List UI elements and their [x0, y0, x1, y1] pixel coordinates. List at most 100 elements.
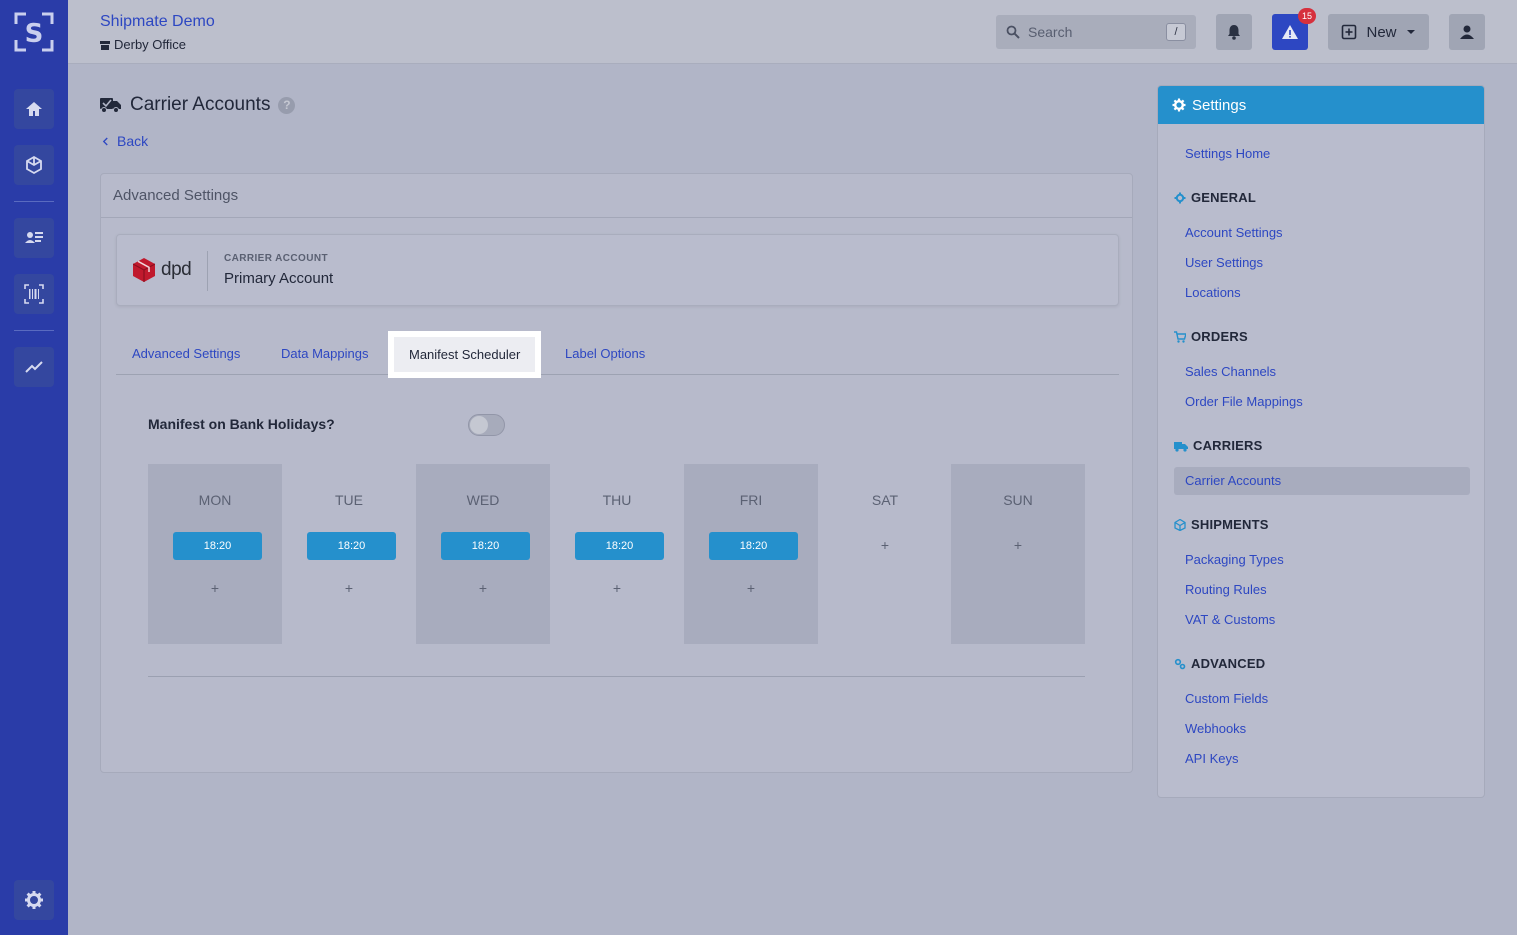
dpd-wordmark: dpd	[161, 259, 192, 280]
section-shipments: SHIPMENTS	[1174, 517, 1269, 532]
bank-holidays-toggle[interactable]	[468, 414, 505, 436]
settings-panel: Settings Settings Home GENERAL Account S…	[1157, 85, 1485, 798]
divider	[148, 676, 1085, 677]
cart-icon	[1174, 330, 1186, 343]
settings-link[interactable]: Routing Rules	[1185, 582, 1267, 597]
tab-manifest-scheduler[interactable]: Manifest Scheduler	[388, 331, 542, 378]
settings-link[interactable]: Sales Channels	[1185, 364, 1276, 379]
day-name: WED	[466, 492, 500, 508]
day-column-tue: TUE 18:20 +	[282, 464, 416, 644]
settings-home-link[interactable]: Settings Home	[1185, 146, 1270, 161]
settings-link[interactable]: API Keys	[1185, 751, 1238, 766]
add-time-button[interactable]: +	[416, 580, 550, 596]
carrier-account-label: CARRIER ACCOUNT	[224, 253, 328, 264]
section-carriers: CARRIERS	[1174, 438, 1263, 453]
settings-link[interactable]: Order File Mappings	[1185, 394, 1303, 409]
settings-link[interactable]: VAT & Customs	[1185, 612, 1275, 627]
alert-count-badge: 15	[1297, 8, 1316, 24]
toggle-knob	[470, 416, 488, 434]
dpd-cube-icon	[133, 258, 155, 282]
weekly-schedule: MON 18:20 + TUE 18:20 + WED 18:20 + THU …	[148, 464, 1085, 644]
day-column-wed: WED 18:20 +	[416, 464, 550, 644]
add-time-button[interactable]: +	[148, 580, 282, 596]
bank-holidays-label: Manifest on Bank Holidays?	[148, 416, 335, 432]
tab-advanced-settings[interactable]: Advanced Settings	[132, 332, 240, 375]
new-button-label: New	[1366, 23, 1397, 41]
section-title: CARRIERS	[1193, 438, 1263, 453]
user-list-icon	[25, 232, 43, 243]
help-icon[interactable]: ?	[278, 96, 296, 114]
settings-link[interactable]: Webhooks	[1185, 721, 1246, 736]
day-name: TUE	[335, 492, 363, 508]
tab-label-options[interactable]: Label Options	[565, 332, 645, 375]
user-menu-button[interactable]	[1449, 14, 1485, 50]
bell-icon	[1228, 25, 1240, 40]
nav-scan[interactable]	[14, 274, 54, 314]
nav-home[interactable]	[14, 89, 54, 129]
add-time-button[interactable]: +	[818, 537, 952, 553]
section-general: GENERAL	[1174, 190, 1256, 205]
chart-line-icon	[25, 361, 43, 373]
section-title: ORDERS	[1191, 329, 1248, 344]
notifications-button[interactable]	[1216, 14, 1252, 50]
add-time-button[interactable]: +	[684, 580, 818, 596]
nav-divider	[14, 330, 54, 331]
day-column-mon: MON 18:20 +	[148, 464, 282, 644]
settings-link[interactable]: Locations	[1185, 285, 1241, 300]
alerts-button[interactable]: 15	[1272, 8, 1316, 50]
day-column-fri: FRI 18:20 +	[684, 464, 818, 644]
box-icon	[26, 155, 42, 175]
add-time-button[interactable]: +	[951, 537, 1085, 553]
nav-reports[interactable]	[14, 347, 54, 387]
day-column-sat: SAT +	[818, 464, 952, 644]
settings-link[interactable]: Account Settings	[1185, 225, 1283, 240]
manifest-time-button[interactable]: 18:20	[709, 532, 798, 560]
back-label: Back	[117, 133, 149, 149]
settings-link[interactable]: Packaging Types	[1185, 552, 1284, 567]
carrier-account-name: Primary Account	[224, 270, 334, 287]
truck-icon	[1174, 441, 1188, 452]
company-name[interactable]: Shipmate Demo	[100, 13, 215, 31]
settings-link[interactable]: Custom Fields	[1185, 691, 1268, 706]
add-time-button[interactable]: +	[282, 580, 416, 596]
card-title: Advanced Settings	[101, 174, 1132, 218]
nav-settings[interactable]	[14, 880, 54, 920]
section-orders: ORDERS	[1174, 329, 1248, 344]
back-link[interactable]: Back	[102, 133, 148, 149]
nav-shipments[interactable]	[14, 145, 54, 185]
gear-icon	[25, 891, 43, 909]
barcode-icon	[24, 284, 44, 304]
shipmate-logo[interactable]: S	[14, 12, 54, 52]
settings-panel-title: Settings	[1192, 96, 1247, 114]
manifest-time-button[interactable]: 18:20	[307, 532, 396, 560]
day-name: FRI	[739, 492, 763, 508]
add-time-button[interactable]: +	[550, 580, 684, 596]
box-icon	[1174, 518, 1186, 531]
new-button[interactable]: New	[1328, 14, 1429, 50]
manifest-time-button[interactable]: 18:20	[441, 532, 530, 560]
office-name: Derby Office	[114, 37, 187, 52]
manifest-time-button[interactable]: 18:20	[173, 532, 262, 560]
day-name: THU	[602, 492, 632, 508]
tab-data-mappings[interactable]: Data Mappings	[281, 332, 368, 375]
settings-link-active[interactable]: Carrier Accounts	[1185, 473, 1281, 488]
page-title: Carrier Accounts	[130, 94, 271, 115]
section-advanced: ADVANCED	[1174, 656, 1265, 671]
tab-manifest-scheduler-label: Manifest Scheduler	[394, 337, 536, 372]
user-icon	[1460, 25, 1474, 39]
section-title: GENERAL	[1191, 190, 1256, 205]
caret-down-icon	[1406, 30, 1415, 34]
search-input[interactable]	[1028, 24, 1168, 40]
search-box[interactable]: /	[996, 15, 1196, 49]
manifest-time-button[interactable]: 18:20	[575, 532, 664, 560]
section-title: SHIPMENTS	[1191, 517, 1269, 532]
settings-link[interactable]: User Settings	[1185, 255, 1263, 270]
office-selector[interactable]: Derby Office	[100, 37, 186, 52]
nav-customers[interactable]	[14, 218, 54, 258]
search-shortcut-hint: /	[1166, 23, 1186, 41]
plus-square-icon	[1342, 24, 1357, 40]
gear-icon	[1172, 98, 1186, 112]
day-name: SUN	[1003, 492, 1033, 508]
left-nav: S	[0, 0, 68, 935]
advanced-settings-card: Advanced Settings dpd CARRIER ACCOUNT Pr…	[100, 173, 1133, 773]
